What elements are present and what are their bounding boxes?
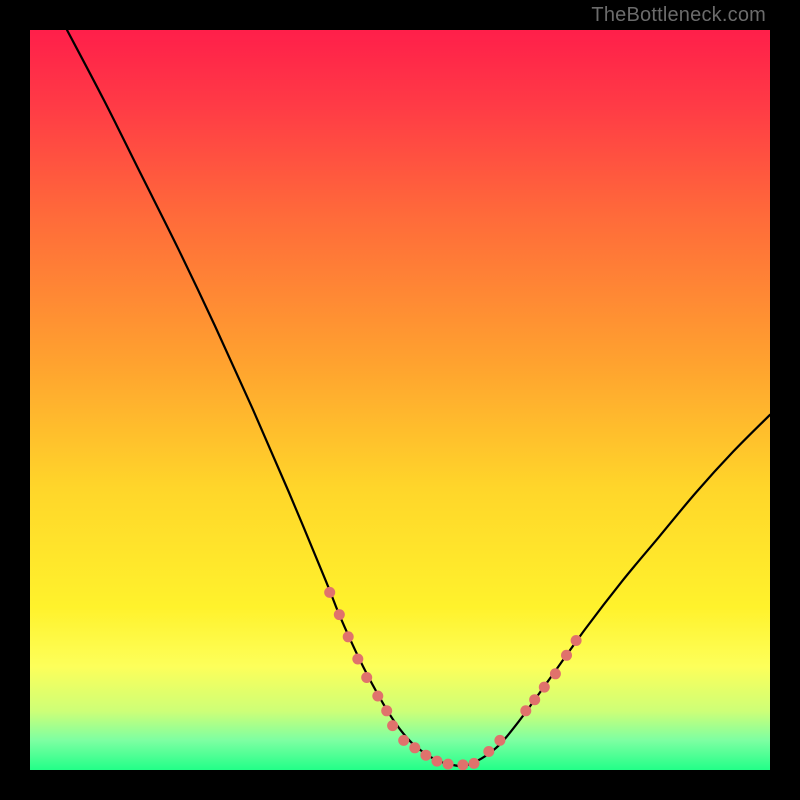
marker-dot	[420, 750, 431, 761]
marker-dot	[398, 735, 409, 746]
marker-dot	[494, 735, 505, 746]
marker-dot	[561, 650, 572, 661]
plot-area	[30, 30, 770, 770]
marker-dot	[324, 587, 335, 598]
marker-dot	[550, 668, 561, 679]
marker-dot	[443, 759, 454, 770]
curve-left-branch	[67, 30, 459, 766]
marker-layer	[324, 587, 581, 770]
chart-svg	[30, 30, 770, 770]
watermark-text: TheBottleneck.com	[591, 4, 766, 27]
marker-dot	[334, 609, 345, 620]
curve-layer	[67, 30, 770, 766]
marker-dot	[409, 742, 420, 753]
marker-dot	[381, 705, 392, 716]
marker-dot	[483, 746, 494, 757]
marker-dot	[520, 705, 531, 716]
chart-frame: TheBottleneck.com	[0, 0, 800, 800]
marker-dot	[387, 720, 398, 731]
marker-dot	[571, 635, 582, 646]
marker-dot	[539, 682, 550, 693]
marker-dot	[469, 758, 480, 769]
marker-dot	[457, 759, 468, 770]
marker-dot	[529, 694, 540, 705]
marker-dot	[432, 756, 443, 767]
marker-dot	[361, 672, 372, 683]
marker-dot	[343, 631, 354, 642]
curve-right-branch	[459, 415, 770, 767]
marker-dot	[372, 691, 383, 702]
marker-dot	[352, 654, 363, 665]
